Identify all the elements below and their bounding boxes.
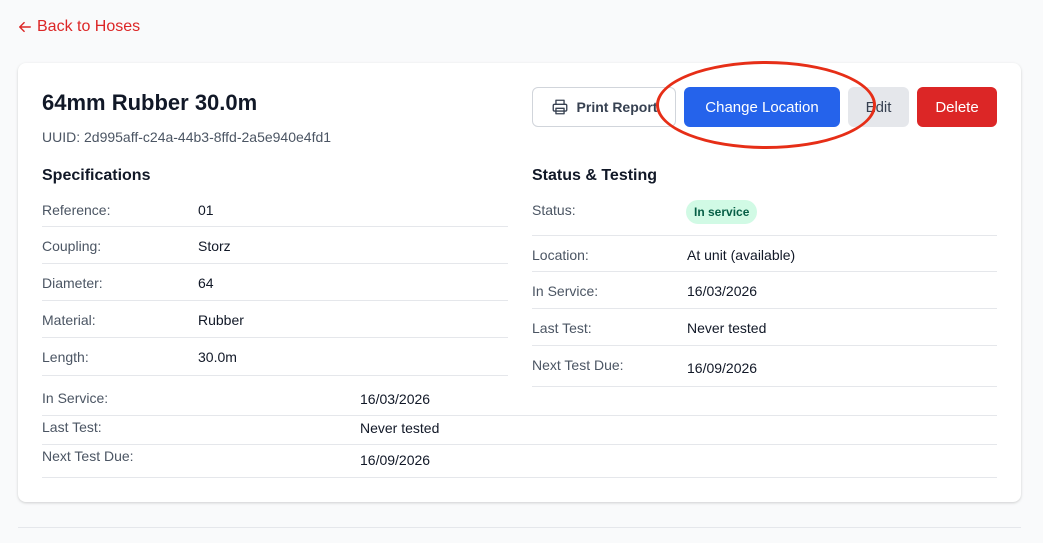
status-value: 16/03/2026 <box>687 283 758 299</box>
spec-row-coupling: Coupling: Storz <box>42 227 508 264</box>
date-value: 16/03/2026 <box>360 391 431 407</box>
spec-row-material: Material: Rubber <box>42 301 508 338</box>
status-label: Status: <box>532 202 576 218</box>
spec-label: Reference: <box>42 202 111 218</box>
hose-detail-card: 64mm Rubber 30.0m UUID: 2d995aff-c24a-44… <box>18 61 1021 502</box>
date-label: Next Test Due: <box>42 448 134 464</box>
spec-label: Material: <box>42 312 96 328</box>
spec-row-reference: Reference: 01 <box>42 198 508 227</box>
spec-row-diameter: Diameter: 64 <box>42 264 508 301</box>
status-value: Never tested <box>687 320 767 336</box>
status-row-location: Location: At unit (available) <box>532 236 997 272</box>
status-row-next-test-due: Next Test Due: 16/09/2026 <box>532 346 997 387</box>
spec-value: Storz <box>198 238 231 254</box>
status-value: 16/09/2026 <box>687 360 758 376</box>
edit-button[interactable]: Edit <box>848 87 909 127</box>
date-label: In Service: <box>42 390 109 406</box>
status-row-status: Status: In service <box>532 198 997 236</box>
date-value: Never tested <box>360 420 440 436</box>
spec-row-length: Length: 30.0m <box>42 338 508 376</box>
status-label: Last Test: <box>532 320 592 336</box>
print-report-button[interactable]: Print Report <box>532 87 676 127</box>
delete-button[interactable]: Delete <box>917 87 997 127</box>
specifications-heading: Specifications <box>42 167 151 184</box>
hose-uuid: UUID: 2d995aff-c24a-44b3-8ffd-2a5e940e4f… <box>42 129 332 145</box>
date-row-next-test-due: Next Test Due: 16/09/2026 <box>42 445 997 478</box>
spec-label: Length: <box>42 349 89 365</box>
status-label: In Service: <box>532 283 599 299</box>
date-label: Last Test: <box>42 419 102 435</box>
status-label: Next Test Due: <box>532 357 624 373</box>
back-link-label: Back to Hoses <box>37 18 141 35</box>
arrow-left-icon <box>19 21 31 33</box>
change-location-button[interactable]: Change Location <box>684 87 840 127</box>
spec-value: 30.0m <box>198 349 237 365</box>
hose-title: 64mm Rubber 30.0m <box>42 90 258 115</box>
print-report-label: Print Report <box>576 99 658 115</box>
status-label: Location: <box>532 247 589 263</box>
printer-icon <box>552 99 567 115</box>
page-divider <box>18 527 1021 528</box>
date-row-last-test: Last Test: Never tested <box>42 416 997 445</box>
date-value: 16/09/2026 <box>360 452 431 468</box>
status-row-in-service: In Service: 16/03/2026 <box>532 272 997 309</box>
spec-label: Diameter: <box>42 275 103 291</box>
spec-value: 64 <box>198 275 214 291</box>
status-value: At unit (available) <box>687 247 796 263</box>
status-badge-wrap: In service <box>686 200 758 224</box>
spec-value: Rubber <box>198 312 244 328</box>
back-to-hoses-link[interactable]: Back to Hoses <box>18 18 140 36</box>
status-badge: In service <box>686 200 758 224</box>
spec-label: Coupling: <box>42 238 102 254</box>
status-testing-heading: Status & Testing <box>532 167 658 184</box>
status-row-last-test: Last Test: Never tested <box>532 309 997 346</box>
spec-value: 01 <box>198 202 214 218</box>
